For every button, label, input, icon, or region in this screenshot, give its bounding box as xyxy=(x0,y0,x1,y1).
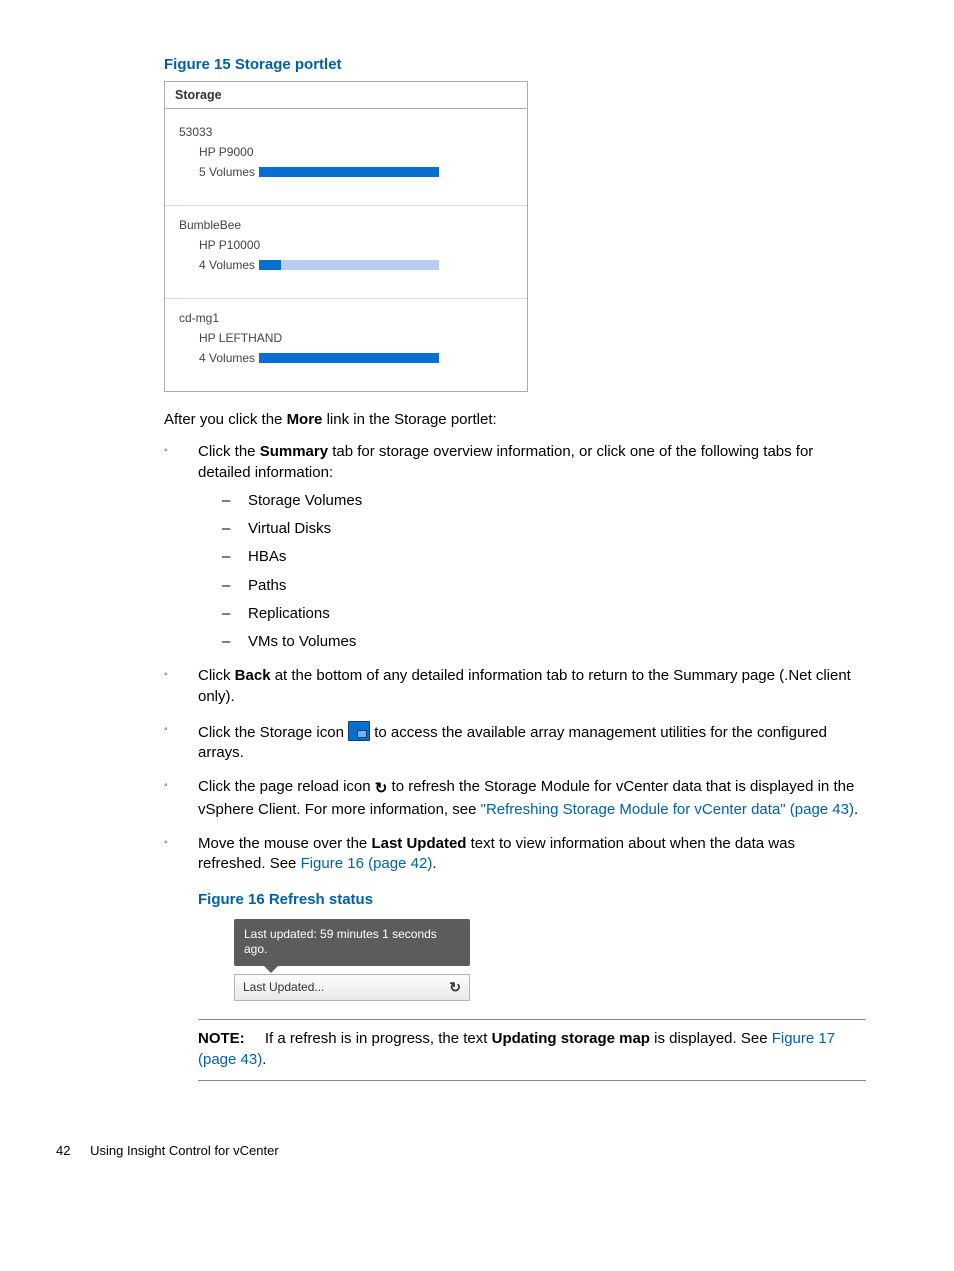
bullet-storage-icon: Click the Storage icon to access the ava… xyxy=(164,721,866,764)
array-model: HP LEFTHAND xyxy=(199,331,513,345)
bullet-back: Click Back at the bottom of any detailed… xyxy=(164,666,866,707)
volumes-bar xyxy=(259,353,439,363)
storage-icon xyxy=(348,721,370,741)
array-name: BumbleBee xyxy=(179,218,513,232)
volumes-bar xyxy=(259,260,439,270)
intro-paragraph: After you click the More link in the Sto… xyxy=(164,410,866,430)
page-number: 42 xyxy=(56,1143,70,1158)
section-title: Using Insight Control for vCenter xyxy=(90,1143,279,1158)
tab-item: Virtual Disks xyxy=(222,519,866,539)
note-block: NOTE: If a refresh is in progress, the t… xyxy=(198,1019,866,1081)
reload-icon[interactable]: ↻ xyxy=(449,978,461,997)
volumes-bar-fill xyxy=(259,167,439,177)
figure-16-caption: Figure 16 Refresh status xyxy=(198,890,866,910)
storage-array-block: BumbleBee HP P10000 4 Volumes xyxy=(165,206,527,299)
storage-array-block: 53033 HP P9000 5 Volumes xyxy=(165,113,527,206)
tab-item: Paths xyxy=(222,576,866,596)
bullet-reload: Click the page reload icon ↻ to refresh … xyxy=(164,777,866,820)
storage-portlet-header: Storage xyxy=(165,82,527,109)
volumes-bar-fill xyxy=(259,353,439,363)
page-footer: 42 Using Insight Control for vCenter xyxy=(56,1143,914,1158)
array-model: HP P10000 xyxy=(199,238,513,252)
volumes-label: 4 Volumes xyxy=(199,258,259,272)
array-name: cd-mg1 xyxy=(179,311,513,325)
tab-item: Storage Volumes xyxy=(222,491,866,511)
tab-item: VMs to Volumes xyxy=(222,632,866,652)
volumes-label: 5 Volumes xyxy=(199,165,259,179)
array-model: HP P9000 xyxy=(199,145,513,159)
last-updated-tooltip: Last updated: 59 minutes 1 seconds ago. xyxy=(234,919,470,966)
figure-15-caption: Figure 15 Storage portlet xyxy=(164,56,866,73)
volumes-bar xyxy=(259,167,439,177)
volumes-label: 4 Volumes xyxy=(199,351,259,365)
reload-icon: ↻ xyxy=(375,779,388,799)
storage-array-block: cd-mg1 HP LEFTHAND 4 Volumes xyxy=(165,299,527,391)
status-bar: Last Updated... ↻ xyxy=(234,974,470,1001)
tab-item: HBAs xyxy=(222,547,866,567)
bullet-summary: Click the Summary tab for storage overvi… xyxy=(164,442,866,652)
volumes-bar-fill xyxy=(259,260,281,270)
bullet-last-updated: Move the mouse over the Last Updated tex… xyxy=(164,834,866,1001)
tab-item: Replications xyxy=(222,604,866,624)
refresh-status-figure: Last updated: 59 minutes 1 seconds ago. … xyxy=(234,919,470,1001)
array-name: 53033 xyxy=(179,125,513,139)
storage-portlet: Storage 53033 HP P9000 5 Volumes BumbleB… xyxy=(164,81,528,392)
link-refreshing-data[interactable]: "Refreshing Storage Module for vCenter d… xyxy=(481,801,854,818)
link-figure-16[interactable]: Figure 16 (page 42) xyxy=(301,855,433,872)
status-bar-text: Last Updated... xyxy=(243,979,324,995)
